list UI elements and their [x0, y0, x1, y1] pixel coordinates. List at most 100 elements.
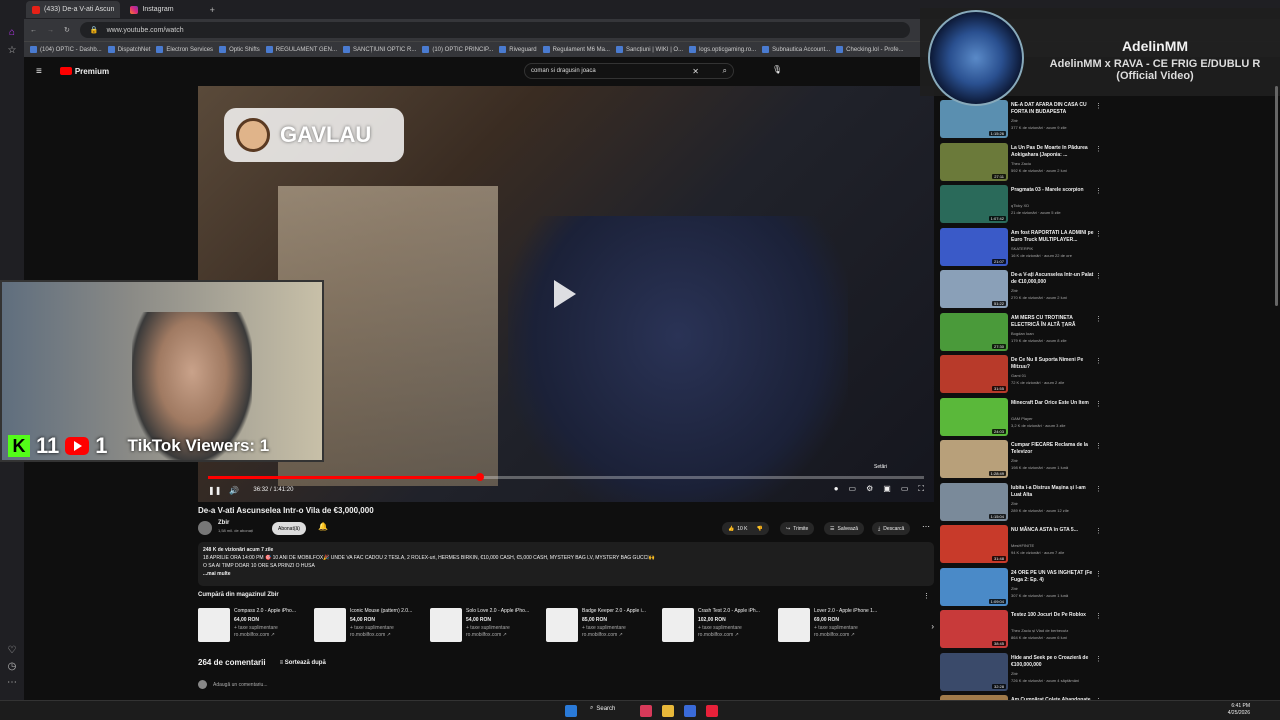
star-icon[interactable]: ☆: [6, 45, 18, 57]
home-icon[interactable]: ⌂: [6, 27, 18, 39]
recommended-video[interactable]: 1:15:04 Iubita î-a Distrus Mașina și I-am…: [938, 482, 1108, 523]
settings-icon[interactable]: ⚙: [866, 484, 873, 494]
video-thumbnail[interactable]: 31:55: [940, 355, 1008, 393]
recommended-video[interactable]: 31:55 De Ce Nu Il Suporta Nimeni Pe Mitzu…: [938, 355, 1108, 395]
app-icon[interactable]: [640, 705, 652, 717]
recommended-video[interactable]: 21:07 Am fost RAPORTATI LA ADMINI pe Euro…: [938, 227, 1108, 268]
more-options-icon[interactable]: ⋮: [1095, 485, 1102, 493]
recommended-video[interactable]: 1:09:04 24 ORE PE UN VAS INGHEȚAT (Fe Fug…: [938, 567, 1108, 608]
menu-icon[interactable]: ≡: [36, 66, 42, 77]
product-card[interactable]: Compass 2.0 - Apple iPho... 64,00 RON + ta…: [198, 606, 308, 644]
progress-bar[interactable]: [208, 473, 924, 481]
system-clock[interactable]: 6:41 PM 4/25/2026: [1228, 703, 1250, 717]
download-button[interactable]: ⤓ Descarcă: [872, 522, 911, 535]
bookmark-item[interactable]: REGULAMENT GEN...: [265, 46, 337, 53]
more-options-icon[interactable]: ⋮: [1095, 102, 1102, 110]
app-icon[interactable]: [684, 705, 696, 717]
product-card[interactable]: Lover 2.0 - Apple iPhone 1... 69,00 RON + …: [778, 606, 888, 644]
windows-start-icon[interactable]: [565, 705, 577, 717]
new-tab-icon[interactable]: +: [210, 5, 215, 15]
opera-gx-icon[interactable]: [706, 705, 718, 717]
dislike-icon[interactable]: 👎: [757, 526, 763, 532]
bookmark-item[interactable]: Regulament M6 Ma...: [542, 46, 610, 53]
history-icon[interactable]: ◷: [6, 661, 18, 673]
product-card[interactable]: Badge Keeper 2.0 - Apple i... 85,00 RON + …: [546, 606, 656, 644]
bookmark-item[interactable]: (10) OPTIC PRINCIP...: [422, 46, 493, 53]
recommended-video[interactable]: 32:28 Hide and Seek pe o Croazieră de €10…: [938, 652, 1108, 693]
product-card[interactable]: Iconic Mouse (pattern) 2.0... 54,00 RON + …: [314, 606, 424, 644]
bookmark-item[interactable]: SANCȚIUNI OPTIC R...: [342, 46, 416, 53]
url-field[interactable]: 🔒 www.youtube.com/watch: [79, 22, 910, 38]
tab-youtube[interactable]: (433) De-a V-ati Ascun: [26, 1, 121, 18]
more-options-icon[interactable]: ⋮: [1095, 527, 1102, 535]
miniplayer-icon[interactable]: ▣: [883, 484, 891, 494]
video-thumbnail[interactable]: 21:07: [940, 227, 1008, 266]
autoplay-toggle[interactable]: ●: [834, 484, 839, 494]
channel-name[interactable]: Zbir: [1011, 671, 1018, 676]
video-title[interactable]: Pragmata 03 - Marele scorpion: [1011, 187, 1097, 194]
more-options-icon[interactable]: ⋮: [1095, 145, 1102, 153]
bookmark-item[interactable]: Riveguard: [499, 46, 537, 53]
more-options-icon[interactable]: ⋮: [1095, 400, 1102, 408]
pause-icon[interactable]: ❚❚: [208, 486, 221, 495]
show-more-link[interactable]: ...mai multe: [203, 570, 929, 578]
video-thumbnail[interactable]: 32:28: [940, 652, 1008, 691]
channel-name[interactable]: Zbir: [218, 520, 229, 526]
video-title[interactable]: Cumpar FIECARE Reclama de la Televizor: [1011, 442, 1097, 456]
tab-instagram[interactable]: Instagram: [124, 1, 179, 18]
recommended-video[interactable]: 51:22 De-a V-ați Ascunselea într-un Palat…: [938, 270, 1108, 310]
taskbar-search[interactable]: ⌕ Search: [590, 705, 615, 712]
channel-name[interactable]: MesHFINITE: [1011, 543, 1034, 548]
video-title[interactable]: Minecraft Dar Orice Este Un Item: [1011, 400, 1097, 407]
more-options-icon[interactable]: ⋮: [1095, 612, 1102, 620]
video-title[interactable]: Am fost RAPORTATI LA ADMINI pe Euro Truc…: [1011, 230, 1097, 244]
recommended-video[interactable]: 38:45 Testez 100 Jocuri De Pe Roblox Theo …: [938, 610, 1108, 650]
video-thumbnail[interactable]: 1:09:04: [940, 567, 1008, 606]
clear-icon[interactable]: ✕: [692, 67, 699, 76]
save-button[interactable]: ☰ Salvează: [824, 522, 865, 535]
video-description[interactable]: 248 K de vizionări acum 7 zile 18 APRILI…: [198, 542, 934, 586]
video-title[interactable]: 24 ORE PE UN VAS INGHEȚAT (Fe Fuga 2: Ep…: [1011, 570, 1097, 584]
bell-icon[interactable]: 🔔: [318, 522, 328, 531]
sort-button[interactable]: ≡ Sortează după: [280, 660, 326, 666]
video-thumbnail[interactable]: 31:48: [940, 525, 1008, 563]
page-scrollbar[interactable]: [1274, 86, 1279, 700]
recommended-video[interactable]: 1:28:49 Cumpar FIECARE Reclama de la Tele…: [938, 440, 1108, 480]
channel-name[interactable]: Zbir: [1011, 458, 1018, 463]
video-thumbnail[interactable]: 24:03: [940, 397, 1008, 436]
channel-name[interactable]: Gami 01: [1011, 373, 1026, 378]
channel-name[interactable]: Zbir: [1011, 118, 1018, 123]
channel-name[interactable]: qTicky XD: [1011, 203, 1029, 208]
reload-icon[interactable]: ↻: [64, 26, 70, 34]
file-explorer-icon[interactable]: [662, 705, 674, 717]
channel-name[interactable]: Bogdan Ioan: [1011, 331, 1034, 336]
search-icon[interactable]: ⌕: [723, 66, 727, 76]
recommended-video[interactable]: 27:30 AM MERS CU TROTINETA ELECTRICĂ ÎN A…: [938, 312, 1108, 353]
product-card[interactable]: Crash Test 2.0 - Apple iPh... 102,00 RON +…: [662, 606, 772, 644]
video-thumbnail[interactable]: 38:45: [940, 610, 1008, 648]
theater-icon[interactable]: ▭: [901, 484, 909, 494]
fullscreen-icon[interactable]: ⛶: [918, 484, 924, 494]
more-shelf-icon[interactable]: ⋮: [923, 592, 930, 600]
bookmark-item[interactable]: Electron Services: [156, 46, 213, 53]
subscribe-button[interactable]: Abonat(ă): [272, 522, 306, 535]
video-thumbnail[interactable]: 1:07:42: [940, 185, 1008, 223]
more-options-icon[interactable]: ⋮: [1095, 655, 1102, 663]
more-options-icon[interactable]: ⋮: [1095, 442, 1102, 450]
mic-icon[interactable]: 🎙: [772, 65, 782, 74]
more-options-icon[interactable]: ⋮: [1095, 570, 1102, 578]
channel-name[interactable]: Theo Zaciu și Vlad de berbecutz: [1011, 628, 1068, 633]
video-title[interactable]: NE-A DAT AFARA DIN CASA CU FORTA IN BUDA…: [1011, 102, 1097, 116]
youtube-logo[interactable]: Premium: [59, 67, 109, 76]
bookmark-item[interactable]: Checking.lol - Profe...: [836, 46, 904, 53]
video-title[interactable]: NU MÂNCA ASTA în GTA 5...: [1011, 527, 1097, 534]
product-card[interactable]: Solo Love 2.0 - Apple iPho... 54,00 RON + …: [430, 606, 540, 644]
more-icon[interactable]: ⋯: [6, 677, 18, 689]
forward-icon[interactable]: →: [47, 27, 54, 34]
channel-name[interactable]: Zbir: [1011, 586, 1018, 591]
video-thumbnail[interactable]: 27:11: [940, 142, 1008, 181]
video-title[interactable]: De Ce Nu Il Suporta Nimeni Pe Mitzuu?: [1011, 357, 1097, 371]
video-thumbnail[interactable]: 1:15:04: [940, 482, 1008, 521]
search-input[interactable]: coman si dragusin joaca ✕ ⌕: [524, 63, 734, 79]
recommended-video[interactable]: 24:03 Minecraft Dar Orice Este Un Item GAM…: [938, 397, 1108, 438]
